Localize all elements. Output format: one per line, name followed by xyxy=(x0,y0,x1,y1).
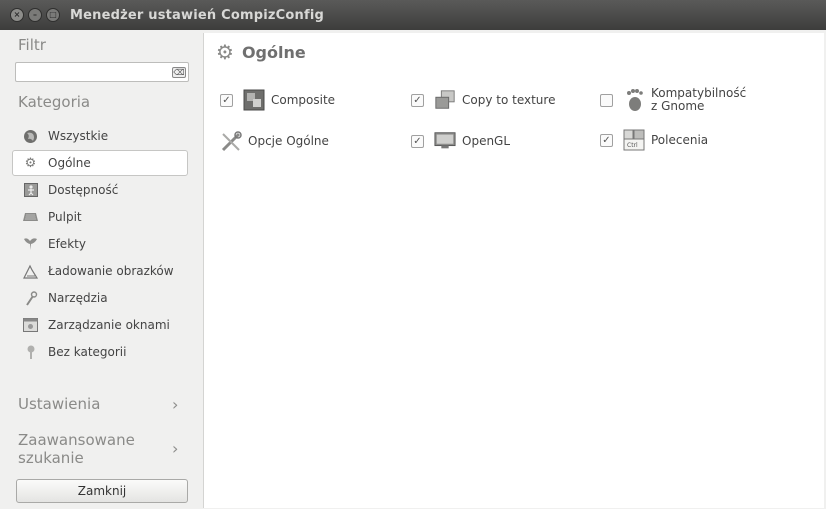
composite-icon xyxy=(243,89,265,111)
chevron-right-icon: › xyxy=(172,439,179,458)
minimize-window-button[interactable]: – xyxy=(28,8,42,22)
main-panel: ⚙ Ogólne ✓ Composite ✓ Copy to texture K… xyxy=(203,33,824,508)
clear-filter-icon[interactable]: ⌫ xyxy=(172,67,186,78)
sidebar-item-label: Ładowanie obrazków xyxy=(48,264,174,278)
advanced-search-label-line2: szukanie xyxy=(18,449,84,467)
plugin-composite[interactable]: ✓ Composite xyxy=(220,89,335,111)
plugin-polecenia[interactable]: ✓ Ctrl Polecenia xyxy=(600,129,708,151)
copy-to-texture-checkbox[interactable]: ✓ xyxy=(411,93,424,107)
accessibility-icon xyxy=(23,183,38,198)
sidebar-item-pulpit[interactable]: Pulpit xyxy=(12,204,188,230)
close-button[interactable]: Zamknij xyxy=(16,479,188,503)
sidebar-item-ogolne[interactable]: ⚙ Ogólne xyxy=(12,150,188,176)
plugin-label: Composite xyxy=(271,92,336,107)
window-management-icon xyxy=(23,318,38,333)
gnome-compat-checkbox[interactable] xyxy=(600,93,613,107)
close-window-button[interactable]: × xyxy=(10,8,24,22)
sidebar-item-label: Dostępność xyxy=(48,183,119,197)
advanced-search-expander[interactable]: Zaawansowane szukanie › xyxy=(18,431,193,467)
gnome-foot-icon xyxy=(623,89,645,111)
settings-expander[interactable]: Ustawienia › xyxy=(18,395,193,414)
plugin-label-group: Kompatybilność z Gnome xyxy=(651,87,746,113)
page-header: ⚙ Ogólne xyxy=(216,40,306,64)
window-title: Menedżer ustawień CompizConfig xyxy=(70,7,324,23)
sidebar-item-bez-kategorii[interactable]: Bez kategorii xyxy=(12,339,188,365)
copy-to-texture-icon xyxy=(434,89,456,111)
window-controls: × – □ xyxy=(10,8,60,22)
composite-checkbox[interactable]: ✓ xyxy=(220,93,233,107)
settings-label: Ustawienia xyxy=(18,395,101,413)
maximize-window-button[interactable]: □ xyxy=(46,8,60,22)
image-loading-icon xyxy=(23,264,38,279)
polecenia-checkbox[interactable]: ✓ xyxy=(600,133,613,147)
opengl-icon xyxy=(434,130,456,152)
sidebar-item-ladowanie-obrazkow[interactable]: Ładowanie obrazków xyxy=(12,258,188,284)
category-list: Wszystkie ⚙ Ogólne Dostępność Pulpit Efe… xyxy=(12,123,188,366)
sidebar: Filtr ⌫ Kategoria Wszystkie ⚙ Ogólne Dos… xyxy=(0,30,195,509)
plugin-label: Copy to texture xyxy=(462,92,556,107)
plugin-label: Polecenia xyxy=(651,132,709,147)
filter-input[interactable] xyxy=(15,62,189,82)
sidebar-item-label: Efekty xyxy=(48,237,86,251)
plugin-opengl[interactable]: ✓ OpenGL xyxy=(411,130,510,152)
plugin-copy-to-texture[interactable]: ✓ Copy to texture xyxy=(411,89,555,111)
plugin-label-line2: z Gnome xyxy=(651,99,705,113)
desktop-icon xyxy=(23,210,38,225)
sidebar-item-label: Wszystkie xyxy=(48,129,109,143)
chevron-right-icon: › xyxy=(172,395,179,414)
effects-icon xyxy=(23,237,38,252)
title-bar[interactable]: × – □ Menedżer ustawień CompizConfig xyxy=(0,0,826,30)
globe-icon xyxy=(23,129,38,144)
opengl-checkbox[interactable]: ✓ xyxy=(411,134,424,148)
commands-icon: Ctrl xyxy=(623,129,645,151)
plugin-label: OpenGL xyxy=(462,133,511,148)
uncategorized-icon xyxy=(23,345,38,360)
sidebar-item-label: Ogólne xyxy=(48,156,91,170)
compizconfig-window: × – □ Menedżer ustawień CompizConfig Fil… xyxy=(0,0,826,509)
plugin-label: Opcje Ogólne xyxy=(248,133,329,148)
svg-text:Ctrl: Ctrl xyxy=(627,142,638,149)
plugin-kompatybilnosc-z-gnome[interactable]: Kompatybilność z Gnome xyxy=(600,87,746,113)
sidebar-item-narzedzia[interactable]: Narzędzia xyxy=(12,285,188,311)
general-options-icon xyxy=(220,130,242,152)
page-title: Ogólne xyxy=(241,42,306,62)
sidebar-item-zarzadzanie-oknami[interactable]: Zarządzanie oknami xyxy=(12,312,188,338)
sidebar-item-dostepnosc[interactable]: Dostępność xyxy=(12,177,188,203)
category-label: Kategoria xyxy=(18,93,91,111)
advanced-search-label-line1: Zaawansowane xyxy=(18,431,135,449)
plugin-opcje-ogolne[interactable]: Opcje Ogólne xyxy=(220,130,329,152)
sidebar-item-label: Narzędzia xyxy=(48,291,108,305)
sidebar-item-label: Bez kategorii xyxy=(48,345,127,359)
sidebar-item-wszystkie[interactable]: Wszystkie xyxy=(12,123,188,149)
sidebar-item-label: Zarządzanie oknami xyxy=(48,318,170,332)
gear-icon: ⚙ xyxy=(24,155,37,171)
tools-icon xyxy=(23,290,38,306)
sidebar-item-efekty[interactable]: Efekty xyxy=(12,231,188,257)
gear-icon: ⚙ xyxy=(216,40,234,64)
sidebar-item-label: Pulpit xyxy=(48,210,82,224)
filter-label: Filtr xyxy=(18,36,46,54)
